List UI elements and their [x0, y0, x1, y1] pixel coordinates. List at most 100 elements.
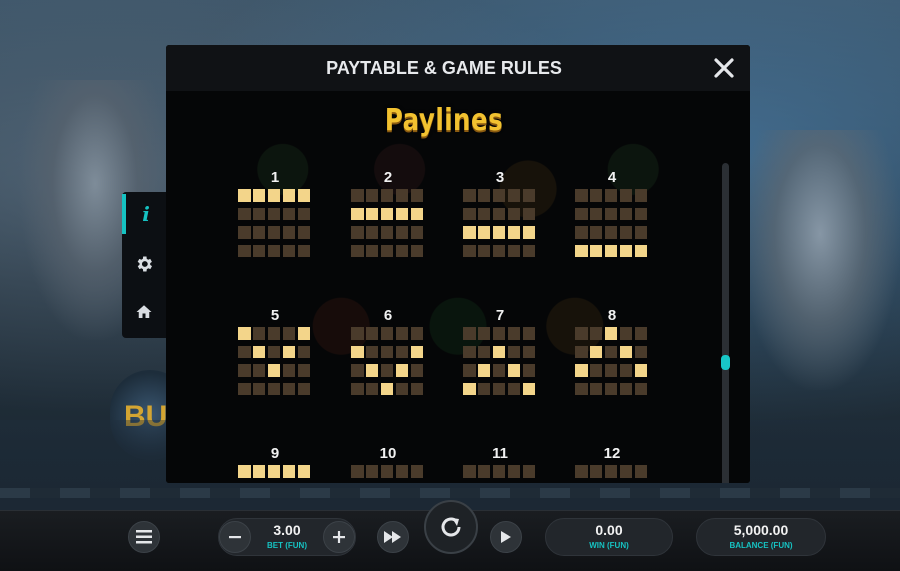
payline-cell [238, 465, 251, 478]
payline-cell [297, 244, 311, 258]
side-menu-settings-button[interactable] [122, 244, 166, 284]
payline-cell [522, 226, 536, 239]
payline-cell [282, 327, 296, 340]
payline-cell [395, 345, 409, 359]
payline-cell [282, 207, 296, 221]
payline-cell [604, 345, 618, 359]
payline-cell [351, 327, 364, 340]
payline-cell [351, 465, 364, 478]
payline-cell [477, 364, 491, 377]
payline-cell [365, 364, 379, 377]
home-icon [136, 305, 152, 318]
modal-body[interactable]: Paylines 1 2 3 4 5 6 7 8 9 10 11 12 [166, 91, 750, 483]
payline-cell [351, 207, 364, 221]
payline-cell [619, 345, 633, 359]
payline-cell [463, 382, 476, 396]
modal-title: PAYTABLE & GAME RULES [326, 58, 562, 78]
gear-icon [137, 256, 152, 272]
payline-cell [604, 465, 618, 478]
payline-cell [589, 327, 603, 340]
payline-cell [589, 189, 603, 202]
payline-cell [634, 189, 648, 202]
payline-cell [492, 345, 506, 359]
payline-cell [282, 189, 296, 202]
payline-cell [410, 244, 424, 258]
payline-cell [492, 226, 506, 239]
paytable-modal: PAYTABLE & GAME RULES Paylines 123456789… [166, 45, 750, 483]
modal-body-backdrop [166, 91, 750, 483]
payline-cell [297, 207, 311, 221]
close-button[interactable] [711, 55, 737, 81]
payline-cell [282, 244, 296, 258]
payline-cell [238, 345, 251, 359]
payline-cell [297, 345, 311, 359]
payline-cell [589, 382, 603, 396]
payline-cell [507, 327, 521, 340]
payline-5: 5 [238, 307, 318, 397]
payline-cell [410, 207, 424, 221]
payline-cell [252, 465, 266, 478]
autoplay-button[interactable] [490, 521, 522, 553]
side-menu: i [122, 192, 166, 338]
payline-cell [410, 189, 424, 202]
payline-cell [463, 364, 476, 377]
payline-cell [463, 244, 476, 258]
fast-forward-icon [384, 531, 401, 543]
bet-increase-button[interactable] [323, 521, 355, 553]
spin-refresh-icon [441, 517, 461, 537]
payline-12: 12 [575, 445, 655, 483]
payline-cell [252, 382, 266, 396]
side-menu-home-button[interactable] [122, 292, 166, 332]
payline-cell [252, 244, 266, 258]
payline-number: 3 [495, 169, 505, 186]
payline-grid [351, 189, 425, 259]
payline-grid [463, 189, 537, 259]
scrollbar-thumb[interactable] [721, 355, 730, 370]
payline-cell [477, 226, 491, 239]
payline-cell [238, 226, 251, 239]
payline-grid [463, 465, 537, 483]
payline-cell [351, 244, 364, 258]
payline-cell [380, 226, 394, 239]
balance-value: 5,000.00 [733, 522, 789, 538]
spin-button[interactable] [424, 500, 478, 554]
payline-cell [380, 364, 394, 377]
payline-grid [575, 189, 649, 259]
payline-cell [267, 244, 281, 258]
turbo-button[interactable] [377, 521, 409, 553]
payline-number: 6 [383, 307, 393, 324]
scrollbar-track[interactable] [722, 163, 729, 483]
payline-cell [351, 226, 364, 239]
payline-11: 11 [463, 445, 543, 483]
payline-cell [365, 244, 379, 258]
payline-cell [619, 226, 633, 239]
payline-cell [282, 465, 296, 478]
payline-2: 2 [351, 169, 431, 259]
play-icon [501, 531, 511, 543]
payline-4: 4 [575, 169, 655, 259]
payline-cell [410, 382, 424, 396]
payline-cell [634, 382, 648, 396]
payline-3: 3 [463, 169, 543, 259]
payline-cell [589, 364, 603, 377]
payline-cell [282, 226, 296, 239]
payline-cell [604, 382, 618, 396]
payline-cell [575, 207, 588, 221]
payline-cell [267, 226, 281, 239]
side-menu-info-button[interactable]: i [122, 194, 166, 234]
payline-number: 4 [607, 169, 617, 186]
payline-cell [365, 465, 379, 478]
payline-cell [619, 327, 633, 340]
payline-cell [267, 364, 281, 377]
payline-number: 9 [270, 445, 280, 462]
payline-cell [575, 189, 588, 202]
payline-cell [575, 465, 588, 478]
payline-cell [267, 189, 281, 202]
menu-button[interactable] [128, 521, 160, 553]
payline-9: 9 [238, 445, 318, 483]
payline-cell [282, 345, 296, 359]
payline-cell [395, 327, 409, 340]
payline-cell [634, 465, 648, 478]
payline-cell [365, 189, 379, 202]
payline-cell [619, 207, 633, 221]
